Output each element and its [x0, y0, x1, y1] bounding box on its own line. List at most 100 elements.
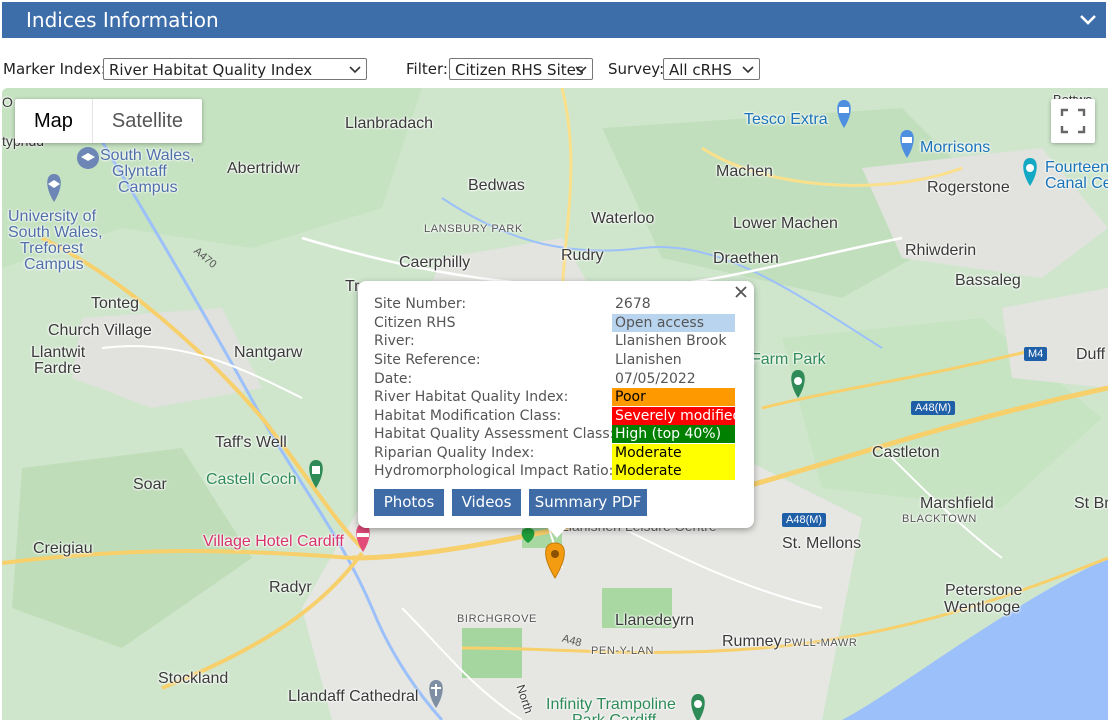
graduation-cap-icon[interactable] — [42, 174, 66, 204]
label-infinity-1: Infinity Trampoline — [546, 696, 676, 713]
graduation-cap-icon[interactable] — [76, 146, 100, 170]
label-peterstone-1: Peterstone — [945, 582, 1023, 599]
label-infinity[interactable]: Infinity Trampoline Park Cardiff — [546, 697, 676, 720]
map-type-toggle: Map Satellite — [15, 99, 203, 143]
label-castleton: Castleton — [872, 444, 940, 461]
label-uni-3: Treforest — [20, 240, 84, 257]
label-st-mellons: St. Mellons — [782, 535, 862, 552]
shopping-cart-icon[interactable] — [895, 130, 919, 160]
info-row: Habitat Quality Assessment Class: High (… — [374, 425, 738, 443]
marker-index-select[interactable]: River Habitat Quality Index — [103, 58, 367, 80]
shopping-cart-icon[interactable] — [832, 100, 856, 130]
survey-select[interactable]: All cRHS — [663, 58, 760, 80]
info-row: Citizen RHS Open access — [374, 314, 738, 332]
chevron-down-icon — [575, 66, 587, 74]
label-bassaleg: Bassaleg — [955, 272, 1021, 289]
survey-label: Survey: — [608, 60, 665, 78]
label-st-br: St Br — [1074, 495, 1108, 512]
church-cross-icon[interactable] — [424, 680, 448, 710]
videos-button[interactable]: Videos — [452, 489, 521, 516]
map-type-map-button[interactable]: Map — [15, 99, 93, 143]
label-creigiau: Creigiau — [33, 540, 93, 557]
label-rumney: Rumney — [722, 633, 782, 650]
label-tonteg: Tonteg — [91, 295, 140, 312]
info-key: Date: — [374, 371, 413, 387]
label-llanedeyrn: Llanedeyrn — [615, 612, 695, 629]
info-row: River: Llanishen Brook — [374, 332, 738, 350]
label-llanbradach: Llanbradach — [345, 115, 434, 132]
road-a48m-2: A48(M) — [782, 513, 827, 527]
label-machen: Machen — [716, 163, 773, 180]
label-rudry: Rudry — [561, 247, 604, 264]
label-usw-3: Campus — [118, 179, 178, 196]
label-blacktown: BLACKTOWN — [902, 513, 977, 525]
label-tesco[interactable]: Tesco Extra — [744, 111, 828, 129]
info-row: Habitat Modification Class: Severely mod… — [374, 407, 738, 425]
status-badge: Moderate — [612, 444, 735, 462]
fullscreen-icon — [1060, 108, 1086, 134]
label-uni-4: Campus — [24, 256, 84, 273]
label-pen-y-lan: PEN-Y-LAN — [591, 645, 655, 657]
label-taffs-well: Taff's Well — [215, 434, 287, 451]
label-fourteen-2: Canal Ce — [1045, 175, 1108, 192]
hotel-bed-icon[interactable] — [351, 524, 375, 554]
survey-value: All cRHS — [669, 61, 732, 79]
label-castell-coch[interactable]: Castell Coch — [206, 471, 297, 489]
label-uni-2: South Wales, — [8, 224, 103, 241]
label-stockland: Stockland — [158, 670, 229, 687]
label-nantgarw: Nantgarw — [234, 344, 303, 361]
summary-pdf-button[interactable]: Summary PDF — [529, 489, 647, 516]
map-canvas[interactable]: O typridd Llanbradach South Wales, Glynt… — [2, 88, 1108, 720]
park-pin-icon[interactable] — [686, 694, 710, 720]
chevron-down-icon — [349, 66, 361, 74]
camera-icon[interactable] — [1018, 158, 1042, 188]
status-badge: High (top 40%) — [612, 425, 735, 443]
info-key: Habitat Modification Class: — [374, 408, 562, 424]
info-key: Riparian Quality Index: — [374, 445, 535, 461]
header-title: Indices Information — [26, 8, 219, 32]
filter-select[interactable]: Citizen RHS Sites — [449, 58, 593, 80]
fullscreen-button[interactable] — [1051, 99, 1095, 143]
label-morrisons[interactable]: Morrisons — [920, 139, 990, 157]
info-key: Site Number: — [374, 296, 467, 312]
label-village-hotel[interactable]: Village Hotel Cardiff — [203, 533, 344, 551]
info-row: Site Reference: Llanishen — [374, 351, 738, 369]
label-usw-treforest: University of South Wales, Treforest Cam… — [8, 209, 103, 273]
castle-icon[interactable] — [304, 460, 328, 490]
label-duff: Duff — [1076, 346, 1106, 363]
label-birchgrove: BIRCHGROVE — [457, 613, 537, 625]
photos-button[interactable]: Photos — [374, 489, 444, 516]
label-pwll-mawr: PWLL-MAWR — [784, 637, 858, 649]
label-soar: Soar — [133, 476, 167, 493]
info-key: Hydromorphological Impact Ratio: — [374, 463, 614, 479]
info-key: Site Reference: — [374, 352, 481, 368]
label-usw-1: South Wales, — [100, 147, 195, 164]
label-usw-glyntaff: South Wales, Glyntaff Campus — [100, 148, 195, 196]
label-usw-2: Glyntaff — [112, 163, 167, 180]
label-llandaff[interactable]: Llandaff Cathedral — [288, 688, 418, 706]
info-key: River Habitat Quality Index: — [374, 389, 569, 405]
label-peterstone: Peterstone Wentlooge — [944, 582, 1022, 616]
label-lower-machen: Lower Machen — [733, 215, 838, 232]
label-bedwas: Bedwas — [468, 177, 525, 194]
label-fourteen[interactable]: Fourteen Canal Ce — [1045, 160, 1108, 192]
info-row: Date: 07/05/2022 — [374, 370, 738, 388]
label-lansbury: LANSBURY PARK — [424, 223, 523, 235]
status-badge: Severely modified — [612, 407, 735, 425]
label-farm-park[interactable]: Farm Park — [751, 351, 826, 369]
label-o: O — [2, 94, 13, 110]
info-row: Site Number: 2678 — [374, 295, 738, 313]
info-key: Habitat Quality Assessment Class: — [374, 426, 615, 442]
paw-icon[interactable] — [786, 370, 810, 400]
filter-label: Filter: — [406, 60, 448, 78]
label-uni-1: University of — [8, 208, 97, 225]
road-a48m-1: A48(M) — [911, 401, 956, 415]
label-llantwit-2: Fardre — [34, 360, 82, 377]
site-info-popup: Site Number: 2678 Citizen RHS Open acces… — [358, 281, 754, 538]
info-row: Hydromorphological Impact Ratio: Moderat… — [374, 462, 738, 480]
status-badge: Moderate — [612, 462, 735, 480]
label-abertridwr: Abertridwr — [227, 160, 300, 177]
indices-header[interactable]: Indices Information — [2, 2, 1106, 38]
chevron-down-icon[interactable] — [1078, 10, 1098, 30]
map-type-satellite-button[interactable]: Satellite — [93, 99, 202, 143]
